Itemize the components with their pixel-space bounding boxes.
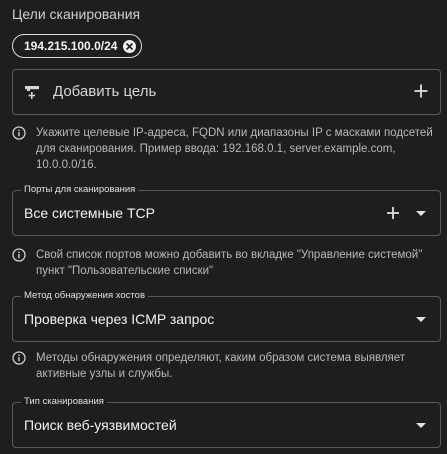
scan-type-select[interactable]: Тип сканирования Поиск веб-уязвимостей (12, 396, 441, 448)
target-chip-label: 194.215.100.0/24 (24, 39, 118, 53)
plus-icon[interactable] (386, 206, 400, 225)
ports-select[interactable]: Порты для сканирования Все системные TCP (12, 184, 441, 236)
host-discovery-select[interactable]: Метод обнаружения хостов Проверка через … (12, 290, 441, 342)
ports-hint: Свой список портов можно добавить во вкл… (12, 247, 446, 279)
targets-hint: Укажите целевые IP-адреса, FQDN или диап… (12, 125, 446, 173)
ports-hint-text: Свой список портов можно добавить во вкл… (36, 249, 423, 277)
host-discovery-label: Метод обнаружения хостов (21, 290, 149, 302)
plus-icon[interactable] (413, 83, 429, 104)
chevron-down-icon[interactable] (416, 211, 426, 216)
add-target-label: Добавить цель (53, 83, 157, 100)
host-discovery-value: Проверка через ICMP запрос (24, 311, 215, 327)
target-chip[interactable]: 194.215.100.0/24 (12, 34, 143, 58)
add-target-icon (24, 84, 40, 105)
info-icon (12, 248, 26, 279)
info-icon (12, 351, 26, 382)
chevron-down-icon[interactable] (416, 423, 426, 428)
ports-label: Порты для сканирования (21, 184, 139, 196)
targets-hint-text: Укажите целевые IP-адреса, FQDN или диап… (36, 127, 433, 171)
host-discovery-hint: Методы обнаружения определяют, каким обр… (12, 350, 446, 382)
ports-value: Все системные TCP (24, 205, 155, 221)
close-icon[interactable] (123, 39, 137, 53)
scan-type-value: Поиск веб-уязвимостей (24, 417, 177, 433)
host-discovery-hint-text: Методы обнаружения определяют, каким обр… (36, 352, 406, 380)
chevron-down-icon[interactable] (416, 317, 426, 322)
scan-type-label: Тип сканирования (21, 396, 107, 408)
section-title-targets: Цели сканирования (12, 6, 141, 22)
add-target-field[interactable]: Добавить цель (12, 69, 441, 115)
info-icon (12, 126, 26, 173)
